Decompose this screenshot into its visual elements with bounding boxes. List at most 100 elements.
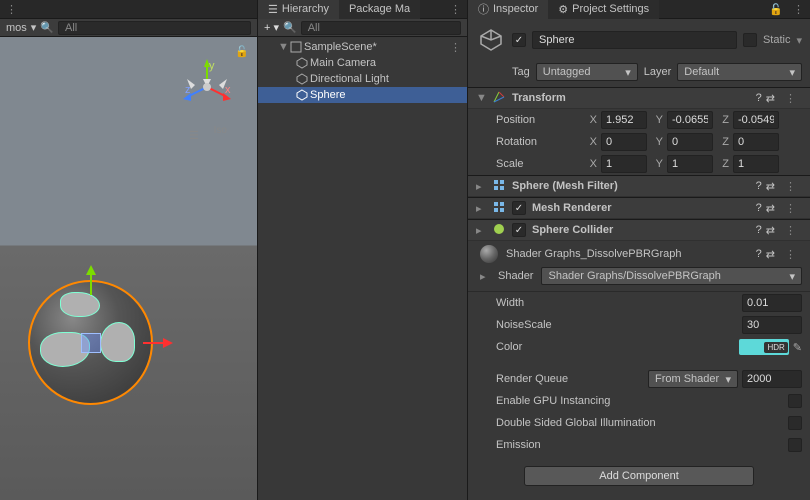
orientation-gizmo[interactable]: y x z [177,57,237,117]
tab-project-settings[interactable]: ⚙Project Settings [548,0,659,19]
foldout-icon[interactable]: ▸ [476,202,486,215]
scene-row-menu-icon[interactable]: ⋮ [444,41,467,54]
shader-row: ▸ Shader Shader Graphs/DissolvePBRGraph▾ [468,265,810,292]
preset-icon[interactable]: ⇄ [766,92,775,105]
mesh-renderer-header[interactable]: ▸ Mesh Renderer ?⇄⋮ [468,197,810,219]
material-header[interactable]: Shader Graphs_DissolvePBRGraph ? ⇄ ⋮ [468,241,810,265]
chevron-down-icon: ▾ [789,66,795,79]
lock-icon[interactable]: 🔓 [765,3,787,16]
move-gizmo-y-axis[interactable] [83,265,99,295]
width-field[interactable] [742,294,802,312]
emission-checkbox[interactable] [788,438,802,452]
rotation-z-field[interactable] [733,133,779,151]
layer-dropdown[interactable]: Default▾ [677,63,802,81]
chevron-down-icon: ▾ [725,373,731,386]
double-sided-gi-checkbox[interactable] [788,416,802,430]
transform-header[interactable]: ▼ Transform ?⇄⋮ [468,87,810,109]
toolbar-dropdown-label[interactable]: mos [6,22,27,34]
scale-z-field[interactable] [733,155,779,173]
help-icon[interactable]: ? [756,224,762,237]
help-icon[interactable]: ? [756,202,762,215]
scene-panel-menu-icon[interactable]: ⋮ [0,3,23,16]
material-menu-icon[interactable]: ⋮ [779,248,802,261]
material-name: Shader Graphs_DissolvePBRGraph [506,248,748,260]
mesh-filter-icon [492,178,506,195]
gpu-instancing-checkbox[interactable] [788,394,802,408]
lock-icon[interactable]: 🔓 [235,45,249,58]
eyedropper-icon[interactable]: ✎ [793,341,802,354]
hierarchy-search-input[interactable]: All [301,21,461,35]
hierarchy-item-camera[interactable]: Main Camera [258,55,467,71]
add-component-button[interactable]: Add Component [524,466,754,486]
preset-icon[interactable]: ⇄ [766,224,775,237]
rotation-x-field[interactable] [601,133,647,151]
scene-search-input[interactable]: All [58,21,251,35]
inspector-body: Static ▾ Tag Untagged▾ Layer Default▾ ▼ … [468,19,810,500]
scene-row[interactable]: ▼ SampleScene* ⋮ [258,39,467,55]
scene-icon [290,41,302,53]
position-y-field[interactable] [667,111,713,129]
gameobject-icon-large[interactable] [476,25,506,55]
noisescale-field[interactable] [742,316,802,334]
color-field[interactable]: HDR [739,339,789,355]
foldout-icon[interactable]: ▸ [480,270,490,283]
projection-label[interactable]: Iso [214,125,227,136]
transform-icon [492,90,506,107]
scale-x-field[interactable] [601,155,647,173]
move-gizmo-plane[interactable] [81,333,101,353]
tab-package-manager[interactable]: Package Ma [339,0,420,19]
object-name-field[interactable] [532,31,737,49]
scene-toolbar: mos ▾ 🔍 All [0,19,257,37]
tag-label: Tag [512,66,530,78]
foldout-icon[interactable]: ▸ [476,224,486,237]
position-z-field[interactable] [733,111,779,129]
rotation-y-field[interactable] [667,133,713,151]
mesh-filter-header[interactable]: ▸ Sphere (Mesh Filter) ?⇄⋮ [468,175,810,197]
rotation-row: Rotation X Y Z [468,131,810,153]
gameobject-icon [296,57,308,69]
static-dropdown-icon[interactable]: ▾ [796,34,802,47]
hierarchy-item-sphere[interactable]: Sphere [258,87,467,103]
move-gizmo-x-axis[interactable] [143,335,173,351]
render-queue-dropdown[interactable]: From Shader▾ [648,370,738,388]
foldout-icon[interactable]: ▼ [476,92,486,104]
mesh-renderer-enabled-checkbox[interactable] [512,201,526,215]
sphere-collider-header[interactable]: ▸ Sphere Collider ?⇄⋮ [468,219,810,241]
component-menu-icon[interactable]: ⋮ [779,202,802,215]
active-checkbox[interactable] [512,33,526,47]
tab-hierarchy[interactable]: ☰Hierarchy [258,0,339,19]
selected-object-sphere[interactable] [18,270,163,415]
static-checkbox[interactable] [743,33,757,47]
grid-icon[interactable]: ☰ [189,129,199,142]
preset-icon[interactable]: ⇄ [766,180,775,193]
component-menu-icon[interactable]: ⋮ [779,224,802,237]
component-menu-icon[interactable]: ⋮ [779,92,802,105]
hierarchy-icon: ☰ [268,3,278,16]
preset-icon[interactable]: ⇄ [766,202,775,215]
foldout-icon[interactable]: ▸ [476,180,486,193]
component-menu-icon[interactable]: ⋮ [779,180,802,193]
preset-icon[interactable]: ⇄ [766,248,775,261]
shader-dropdown[interactable]: Shader Graphs/DissolvePBRGraph▾ [541,267,802,285]
scale-y-field[interactable] [667,155,713,173]
tag-dropdown[interactable]: Untagged▾ [536,63,638,81]
scene-viewport[interactable]: y x z 🔓 ☰ Iso [0,37,257,500]
create-dropdown-button[interactable]: + ▾ [264,21,279,34]
tab-inspector[interactable]: ⓘInspector [468,0,548,19]
sphere-collider-enabled-checkbox[interactable] [512,223,526,237]
emission-row: Emission [468,434,810,456]
shader-label: Shader [498,270,533,282]
hierarchy-panel: ☰Hierarchy Package Ma ⋮ + ▾ 🔍 All ▼ Samp… [258,0,468,500]
position-x-field[interactable] [601,111,647,129]
help-icon[interactable]: ? [756,180,762,193]
inspector-panel-menu-icon[interactable]: ⋮ [787,3,810,16]
help-icon[interactable]: ? [756,92,762,105]
inspector-panel: ⓘInspector ⚙Project Settings 🔓 ⋮ Static … [468,0,810,500]
svg-text:z: z [185,84,191,96]
help-icon[interactable]: ? [756,248,762,261]
hierarchy-panel-menu-icon[interactable]: ⋮ [444,3,467,16]
material-preview-icon [480,245,498,263]
render-queue-field[interactable] [742,370,802,388]
hierarchy-item-light[interactable]: Directional Light [258,71,467,87]
foldout-icon[interactable]: ▼ [278,41,288,53]
